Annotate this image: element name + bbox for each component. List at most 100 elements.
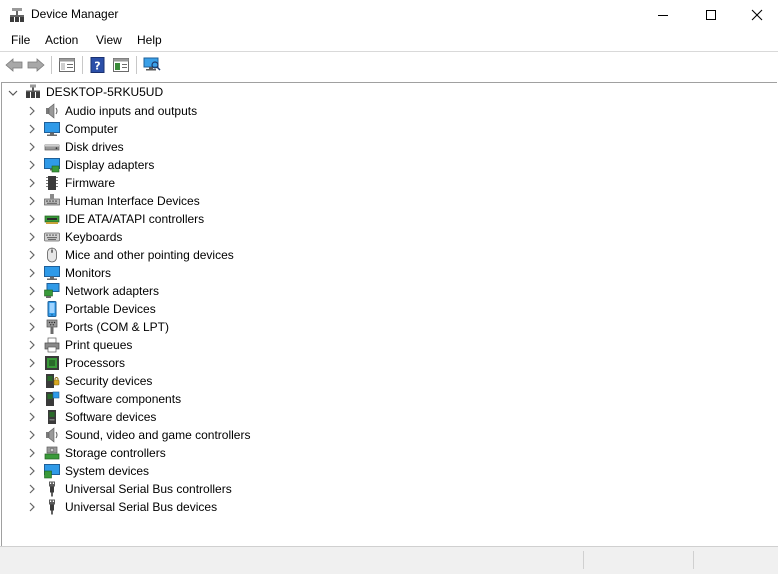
chevron-right-icon[interactable]: [27, 286, 37, 296]
printer-icon: [44, 337, 60, 353]
chevron-right-icon[interactable]: [27, 376, 37, 386]
software-component-icon: [46, 391, 60, 406]
chevron-right-icon[interactable]: [27, 322, 37, 332]
chevron-right-icon[interactable]: [27, 412, 37, 422]
help-button[interactable]: ?: [88, 55, 108, 75]
tree-item-label: Computer: [65, 122, 118, 136]
chevron-right-icon[interactable]: [27, 394, 37, 404]
tree-item-label: Audio inputs and outputs: [65, 104, 198, 118]
tree-item-label: Sound, video and game controllers: [65, 428, 251, 442]
back-button[interactable]: [4, 55, 24, 75]
tree-item-label: Disk drives: [65, 140, 124, 154]
svg-text:?: ?: [94, 60, 100, 73]
system-device-icon: [44, 464, 60, 479]
keyboard-icon: [44, 232, 60, 242]
tree-item-label: Monitors: [65, 266, 112, 280]
chevron-right-icon[interactable]: [27, 484, 37, 494]
speaker-icon: [46, 103, 58, 119]
computer-icon: [44, 122, 60, 136]
display-adapter-icon: [44, 158, 60, 173]
port-icon: [46, 319, 58, 334]
hid-icon: [44, 194, 60, 206]
update-driver-button[interactable]: [111, 55, 131, 75]
menu-bar: File Action View Help: [0, 30, 778, 51]
tree-item-label: Human Interface Devices: [65, 194, 200, 208]
chevron-right-icon[interactable]: [27, 304, 37, 314]
tree-item-label: Processors: [65, 356, 126, 370]
usb-device-icon: [49, 499, 55, 515]
menu-view[interactable]: View: [96, 33, 122, 47]
tree-item-label: Universal Serial Bus devices: [65, 500, 218, 514]
chevron-right-icon[interactable]: [27, 178, 37, 188]
portable-device-icon: [47, 301, 57, 317]
chevron-right-icon[interactable]: [27, 160, 37, 170]
storage-controller-icon: [44, 446, 60, 460]
chevron-right-icon[interactable]: [27, 142, 37, 152]
window-title: Device Manager: [31, 7, 119, 21]
chevron-right-icon[interactable]: [27, 268, 37, 278]
tree-item-label: Software devices: [65, 410, 157, 424]
menu-file[interactable]: File: [11, 33, 30, 47]
chevron-right-icon[interactable]: [27, 502, 37, 512]
chevron-right-icon[interactable]: [27, 466, 37, 476]
tree-item-label: IDE ATA/ATAPI controllers: [65, 212, 205, 226]
properties-icon: [59, 58, 75, 72]
chevron-right-icon[interactable]: [27, 124, 37, 134]
properties-button[interactable]: [57, 55, 77, 75]
tree-item-label: System devices: [65, 464, 150, 478]
chevron-right-icon[interactable]: [27, 340, 37, 350]
firmware-icon: [46, 176, 58, 190]
computer-root-icon: [26, 84, 40, 98]
status-bar: [0, 546, 778, 574]
chevron-right-icon[interactable]: [27, 430, 37, 440]
usb-controller-icon: [49, 481, 55, 497]
tree-item-label: Software components: [65, 392, 182, 406]
help-icon: ?: [90, 57, 105, 73]
chevron-right-icon[interactable]: [27, 106, 37, 116]
toolbar-separator: [51, 56, 52, 74]
chevron-down-icon[interactable]: [8, 88, 18, 98]
chevron-right-icon[interactable]: [27, 358, 37, 368]
tree-item-label: Keyboards: [65, 230, 123, 244]
chevron-right-icon[interactable]: [27, 232, 37, 242]
tree-item-label: Universal Serial Bus controllers: [65, 482, 232, 496]
tree-item-label: Network adapters: [65, 284, 160, 298]
maximize-button[interactable]: [688, 0, 734, 30]
tree-item-label: Portable Devices: [65, 302, 156, 316]
monitor-icon: [44, 266, 60, 280]
close-icon: [751, 9, 763, 21]
status-cell: [693, 551, 778, 569]
toolbar-separator: [136, 56, 137, 74]
close-button[interactable]: [734, 0, 778, 30]
tree-item-label: Display adapters: [65, 158, 155, 172]
forward-button[interactable]: [26, 55, 46, 75]
toolbar: ?: [0, 52, 778, 78]
sound-controller-icon: [46, 427, 58, 443]
tree-root-label: DESKTOP-5RKU5UD: [46, 85, 164, 99]
mouse-icon: [47, 247, 57, 263]
tree-item-label: Storage controllers: [65, 446, 166, 460]
toolbar-separator: [82, 56, 83, 74]
tree-item-label: Ports (COM & LPT): [65, 320, 170, 334]
title-bar: Device Manager: [0, 0, 778, 30]
network-adapter-icon: [44, 283, 60, 298]
scan-hardware-button[interactable]: [142, 55, 162, 75]
minimize-icon: [658, 15, 668, 16]
chevron-right-icon[interactable]: [27, 250, 37, 260]
tree-item-label: Mice and other pointing devices: [65, 248, 234, 262]
chevron-right-icon[interactable]: [27, 214, 37, 224]
chevron-right-icon[interactable]: [27, 196, 37, 206]
forward-icon: [27, 58, 45, 72]
maximize-icon: [706, 10, 716, 20]
menu-help[interactable]: Help: [137, 33, 162, 47]
tree-item-label: Print queues: [65, 338, 133, 352]
scan-hardware-icon: [143, 57, 161, 71]
menu-action[interactable]: Action: [45, 33, 78, 47]
disk-drive-icon: [44, 144, 60, 151]
chevron-right-icon[interactable]: [27, 448, 37, 458]
processor-icon: [45, 356, 59, 370]
tree-item-label: Firmware: [65, 176, 115, 190]
software-device-icon: [48, 410, 56, 424]
back-icon: [5, 58, 23, 72]
minimize-button[interactable]: [640, 0, 686, 30]
